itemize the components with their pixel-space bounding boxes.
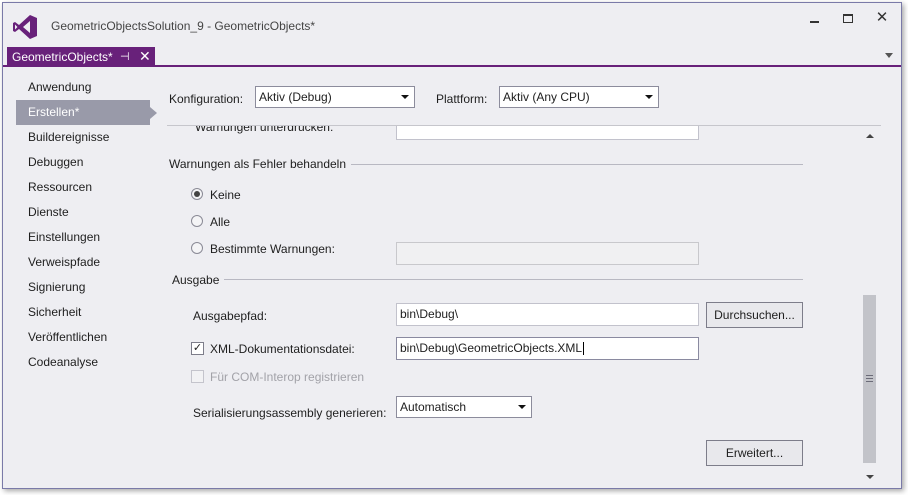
sidebar-item-einstellungen[interactable]: Einstellungen: [16, 225, 150, 250]
chevron-down-icon: [518, 405, 526, 409]
window-title: GeometricObjectsSolution_9 - GeometricOb…: [51, 19, 316, 33]
radio-none-label: Keine: [210, 188, 241, 202]
advanced-button[interactable]: Erweitert...: [706, 440, 803, 466]
xml-doc-input[interactable]: bin\Debug\GeometricObjects.XML: [396, 337, 699, 360]
sidebar-item-anwendung[interactable]: Anwendung: [16, 75, 150, 100]
chevron-down-icon: [401, 95, 409, 99]
sidebar-item-signierung[interactable]: Signierung: [16, 275, 150, 300]
radio-all-label: Alle: [210, 215, 231, 229]
xml-doc-checkbox[interactable]: ✓: [191, 342, 204, 355]
platform-value: Aktiv (Any CPU): [503, 90, 590, 104]
close-window-icon[interactable]: ✕: [871, 8, 893, 28]
com-interop-checkbox[interactable]: [191, 370, 204, 383]
platform-label: Plattform:: [436, 92, 488, 106]
suppress-warnings-label: Warnungen unterdrücken:: [195, 126, 334, 134]
grip-icon: [866, 375, 873, 382]
platform-dropdown[interactable]: Aktiv (Any CPU): [499, 86, 659, 108]
warnings-group-title: Warnungen als Fehler behandeln: [169, 157, 347, 171]
warnings-group-divider: [351, 164, 803, 165]
text-caret: [583, 342, 585, 356]
output-path-value: bin\Debug\: [400, 307, 459, 321]
vertical-scrollbar[interactable]: [859, 126, 881, 485]
scroll-thumb[interactable]: [863, 295, 876, 463]
document-tab-label: GeometricObjects*: [12, 50, 113, 64]
output-group-title: Ausgabe: [172, 273, 220, 287]
output-group-divider: [224, 279, 803, 280]
sidebar-item-veroeffentlichen[interactable]: Veröffentlichen: [16, 325, 150, 350]
window: GeometricObjectsSolution_9 - GeometricOb…: [2, 2, 902, 489]
output-path-label: Ausgabepfad:: [193, 309, 268, 323]
configuration-value: Aktiv (Debug): [259, 90, 332, 104]
configuration-label: Konfiguration:: [169, 92, 244, 106]
com-interop-label: Für COM-Interop registrieren: [210, 370, 365, 384]
sidebar-item-codeanalyse[interactable]: Codeanalyse: [16, 350, 150, 375]
title-bar: GeometricObjectsSolution_9 - GeometricOb…: [3, 3, 901, 47]
document-tab[interactable]: GeometricObjects* ⊣ ✕: [7, 47, 155, 67]
specific-warnings-input[interactable]: [396, 242, 699, 265]
serialization-value: Automatisch: [400, 400, 467, 414]
sidebar-item-buildereignisse[interactable]: Buildereignisse: [16, 125, 150, 150]
visual-studio-logo-icon: [13, 15, 37, 39]
serialization-dropdown[interactable]: Automatisch: [396, 396, 532, 418]
serialization-label: Serialisierungsassembly generieren:: [193, 406, 387, 420]
sidebar-item-ressourcen[interactable]: Ressourcen: [16, 175, 150, 200]
sidebar-item-dienste[interactable]: Dienste: [16, 200, 150, 225]
tab-close-icon[interactable]: ✕: [139, 48, 151, 65]
pin-icon[interactable]: ⊣: [120, 50, 130, 63]
content-pane: Konfiguration: Aktiv (Debug) Plattform: …: [155, 67, 901, 488]
tab-dropdown-icon[interactable]: [885, 53, 893, 58]
browse-button[interactable]: Durchsuchen...: [706, 302, 803, 328]
maximize-icon[interactable]: [837, 8, 859, 28]
sidebar-item-sicherheit[interactable]: Sicherheit: [16, 300, 150, 325]
chevron-down-icon: [645, 95, 653, 99]
scroll-down-icon[interactable]: [866, 475, 874, 479]
document-tab-strip: GeometricObjects* ⊣ ✕: [3, 47, 901, 67]
xml-doc-value: bin\Debug\GeometricObjects.XML: [400, 341, 583, 355]
settings-scroll-area: Warnungen unterdrücken: Warnungen als Fe…: [167, 126, 881, 485]
xml-doc-label: XML-Dokumentationsdatei:: [210, 342, 355, 356]
minimize-icon[interactable]: [803, 8, 825, 28]
radio-specific-label: Bestimmte Warnungen:: [210, 242, 335, 256]
sidebar-item-verweispfade[interactable]: Verweispfade: [16, 250, 150, 275]
configuration-dropdown[interactable]: Aktiv (Debug): [255, 86, 415, 108]
sidebar-item-debuggen[interactable]: Debuggen: [16, 150, 150, 175]
scroll-up-icon[interactable]: [866, 134, 874, 138]
sidebar-item-erstellen[interactable]: Erstellen*: [16, 100, 157, 125]
radio-specific-warnings[interactable]: [191, 242, 203, 254]
property-sidebar: Anwendung Erstellen* Buildereignisse Deb…: [16, 75, 157, 375]
suppress-warnings-input[interactable]: [396, 126, 699, 140]
radio-all[interactable]: [191, 215, 203, 227]
output-path-input[interactable]: bin\Debug\: [396, 303, 699, 326]
radio-none[interactable]: [191, 188, 203, 200]
